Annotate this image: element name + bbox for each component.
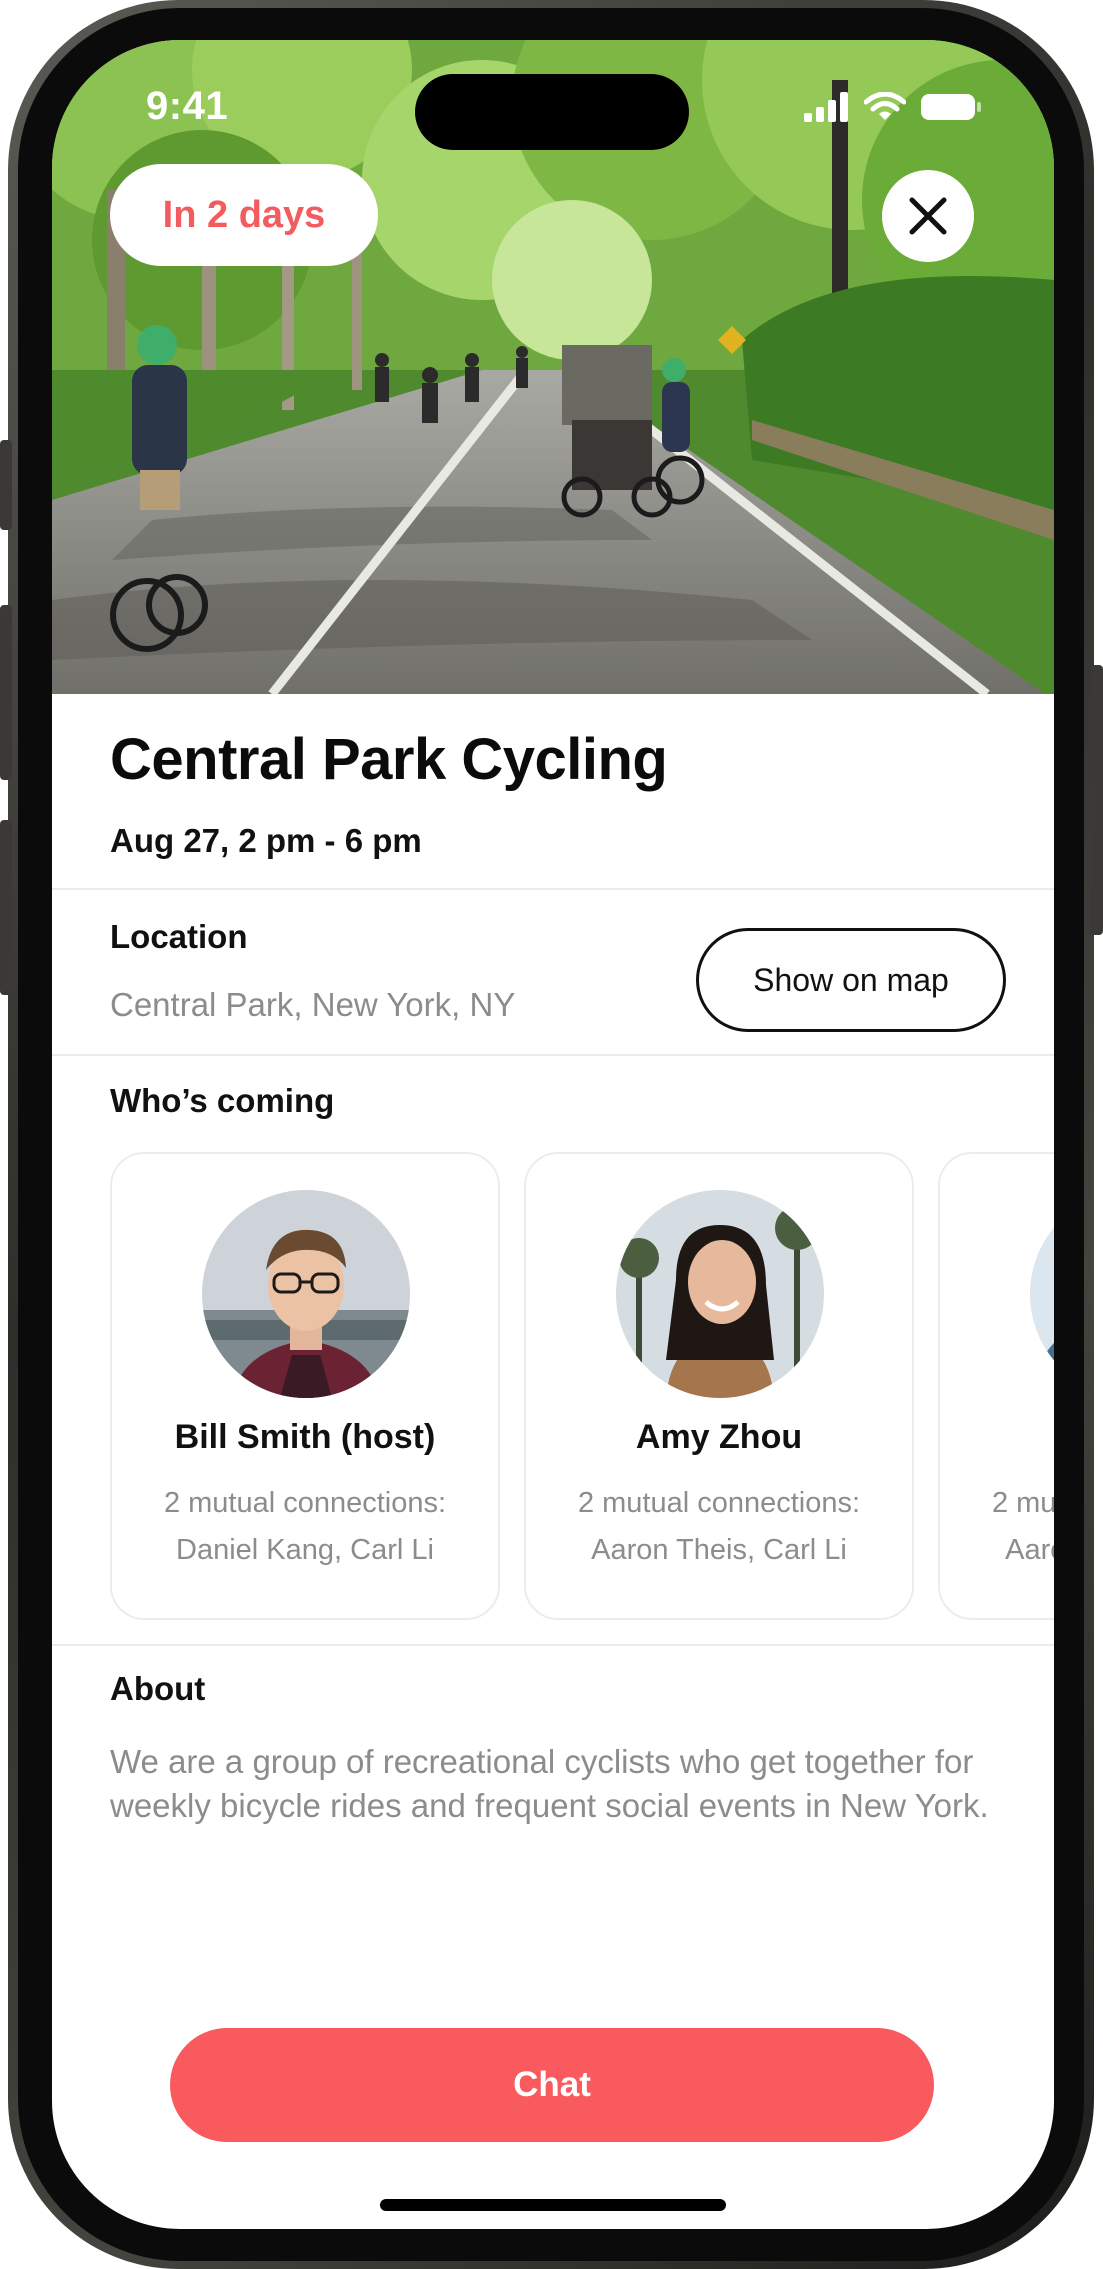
close-icon: [909, 197, 947, 235]
attendee-mutual-connections: 2 mutual connections: Aaron Theis, Carl …: [577, 1487, 861, 1566]
event-hero-photo: 9:41 In 2 days: [52, 40, 1054, 694]
location-value: Central Park, New York, NY: [110, 986, 516, 1023]
dynamic-island: [415, 74, 689, 150]
volume-up-button: [0, 605, 12, 780]
avatar: [1030, 1190, 1054, 1398]
event-title: Central Park Cycling: [110, 727, 668, 792]
attendee-name: Amy Zhou: [635, 1418, 803, 1456]
event-date: Aug 27, 2 pm - 6 pm: [110, 822, 422, 859]
attendee-name: Bill Smith (host): [174, 1418, 436, 1456]
attendee-mutual-connections: 2 mutual connections: Daniel Kang, Carl …: [163, 1487, 447, 1566]
show-on-map-button[interactable]: Show on map: [696, 928, 1006, 1032]
location-label: Location: [110, 918, 248, 955]
attendee-card[interactable]: 2 mutual connections: Aaron Theis, Carl …: [938, 1152, 1054, 1620]
avatar: [202, 1190, 410, 1398]
screen: 9:41 In 2 days Central Park Cycling Aug …: [52, 40, 1054, 2229]
avatar: [616, 1190, 824, 1398]
home-indicator[interactable]: [380, 2199, 726, 2211]
divider: [52, 888, 1054, 890]
action-button: [0, 440, 12, 530]
wifi-icon: [864, 92, 906, 120]
volume-down-button: [0, 820, 12, 995]
about-text: We are a group of recreational cyclists …: [110, 1743, 989, 1824]
attendee-mutual-connections: 2 mutual connections: Aaron Theis, Carl …: [991, 1487, 1054, 1566]
close-button[interactable]: [882, 170, 974, 262]
cellular-signal-icon: [804, 92, 848, 122]
status-icons: [804, 92, 982, 122]
whos-coming-label: Who’s coming: [110, 1082, 335, 1119]
time-until-badge: In 2 days: [110, 164, 378, 266]
about-label: About: [110, 1670, 206, 1707]
divider: [52, 1054, 1054, 1056]
status-time: 9:41: [146, 84, 229, 128]
divider: [52, 1644, 1054, 1646]
attendee-card[interactable]: Amy Zhou 2 mutual connections: Aaron The…: [524, 1152, 914, 1620]
power-button: [1091, 665, 1103, 935]
attendee-card[interactable]: Bill Smith (host) 2 mutual connections: …: [110, 1152, 500, 1620]
battery-icon: [921, 94, 981, 120]
chat-button[interactable]: Chat: [170, 2028, 934, 2142]
